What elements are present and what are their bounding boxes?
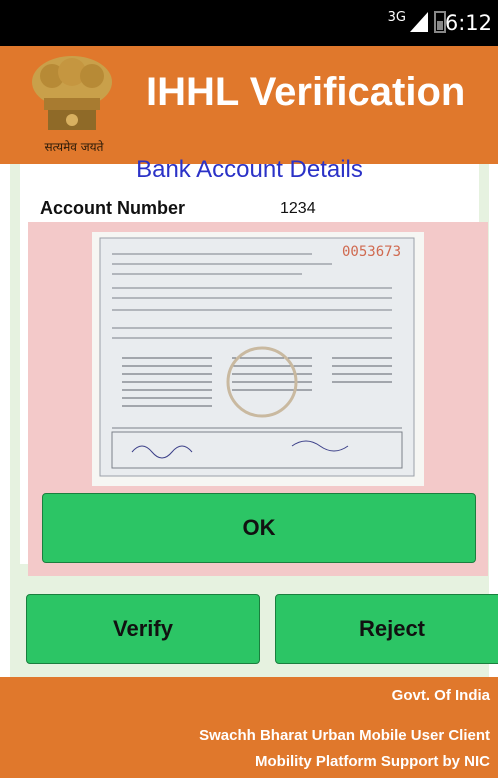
footer-support-label: Mobility Platform Support by NIC: [255, 753, 490, 770]
account-number-label: Account Number: [40, 198, 186, 218]
status-bar: 3G 6:12: [0, 0, 498, 46]
verify-button[interactable]: Verify: [26, 594, 260, 664]
signal-icon: [410, 12, 428, 32]
national-emblem-icon: [32, 56, 112, 130]
network-type: 3G: [387, 10, 406, 25]
footer-app-name: Swachh Bharat Urban Mobile User Client: [199, 727, 490, 744]
section-heading: Bank Account Details: [136, 156, 363, 183]
ok-button[interactable]: OK: [42, 493, 476, 563]
account-number-value: 1234: [280, 200, 316, 217]
app-title: IHHL Verification: [146, 70, 466, 114]
scanned-marksheet-image[interactable]: 0053673: [92, 232, 424, 486]
reject-button[interactable]: Reject: [275, 594, 498, 664]
serial-number: 0053673: [342, 244, 401, 260]
emblem-caption: सत्यमेव जयते: [44, 140, 104, 154]
app-header: सत्यमेव जयते IHHL Verification: [0, 46, 498, 164]
footer: Govt. Of India Swachh Bharat Urban Mobil…: [0, 677, 498, 778]
clock-time: 6:12: [444, 11, 492, 35]
marksheet-drawing: 0053673: [92, 232, 424, 486]
footer-govt-label: Govt. Of India: [391, 687, 490, 704]
